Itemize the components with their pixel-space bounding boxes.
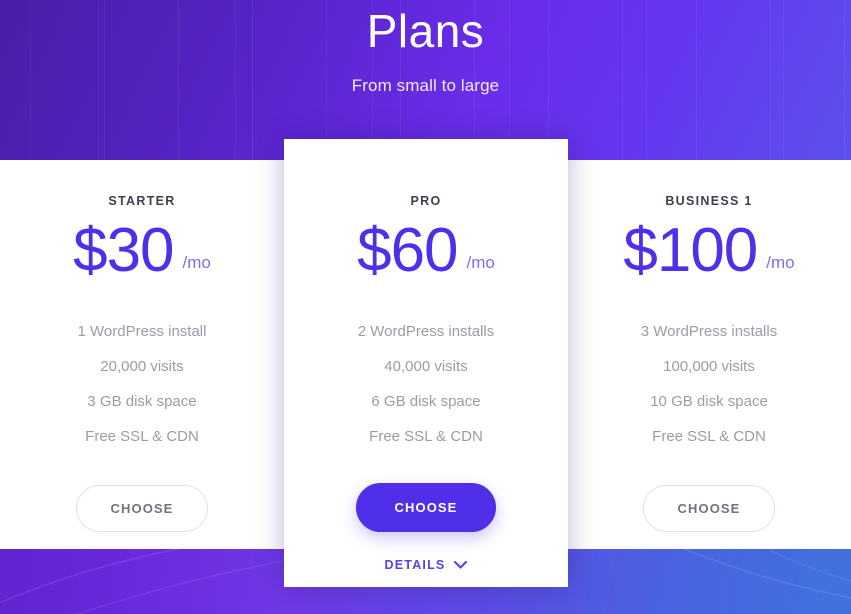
feature-item: 3 GB disk space	[87, 393, 197, 410]
price-row: $30 /mo	[0, 220, 284, 282]
feature-item: 10 GB disk space	[650, 393, 768, 410]
plan-name: BUSINESS 1	[665, 194, 753, 208]
page-subtitle: From small to large	[351, 76, 500, 95]
details-link[interactable]: DETAILS	[385, 558, 468, 572]
details-label: DETAILS	[384, 558, 446, 572]
feature-item: Free SSL & CDN	[85, 428, 199, 445]
cta-wrapper: CHOOSE	[567, 485, 851, 532]
pricing-card-business-1[interactable]: BUSINESS 1 $100 /mo 3 WordPress installs…	[567, 160, 851, 549]
feature-item: 20,000 visits	[100, 358, 184, 375]
price-row: $60 /mo	[284, 220, 568, 282]
pricing-card-starter[interactable]: STARTER $30 /mo 1 WordPress install 20,0…	[0, 160, 284, 549]
feature-item: 100,000 visits	[663, 358, 755, 375]
feature-item: 3 WordPress installs	[640, 323, 778, 340]
feature-item: 2 WordPress installs	[357, 323, 495, 340]
plan-name: STARTER	[108, 194, 176, 208]
feature-item: 6 GB disk space	[371, 393, 481, 410]
choose-button[interactable]: CHOOSE	[355, 483, 497, 532]
price-row: $100 /mo	[567, 220, 851, 282]
feature-item: Free SSL & CDN	[369, 428, 483, 445]
choose-button[interactable]: CHOOSE	[642, 485, 776, 532]
page-header: Plans From small to large	[0, 0, 851, 139]
plan-name: PRO	[410, 194, 442, 208]
plan-features: 3 WordPress installs 100,000 visits 10 G…	[567, 314, 851, 454]
chevron-down-icon	[454, 561, 468, 569]
plan-price: $100	[623, 216, 758, 285]
plan-price: $30	[73, 216, 174, 285]
cta-wrapper: CHOOSE	[0, 485, 284, 532]
plan-features: 2 WordPress installs 40,000 visits 6 GB …	[284, 314, 568, 454]
plan-price-period: /mo	[766, 253, 795, 272]
plan-price: $60	[357, 216, 458, 285]
page-title: Plans	[366, 5, 485, 57]
plan-price-period: /mo	[466, 253, 495, 272]
feature-item: Free SSL & CDN	[652, 428, 766, 445]
choose-button[interactable]: CHOOSE	[75, 485, 209, 532]
feature-item: 40,000 visits	[384, 358, 468, 375]
pricing-card-pro[interactable]: PRO $60 /mo 2 WordPress installs 40,000 …	[284, 139, 568, 587]
cta-wrapper: CHOOSE	[284, 483, 568, 532]
feature-item: 1 WordPress install	[77, 323, 207, 340]
plan-price-period: /mo	[182, 253, 211, 272]
plan-features: 1 WordPress install 20,000 visits 3 GB d…	[0, 314, 284, 454]
